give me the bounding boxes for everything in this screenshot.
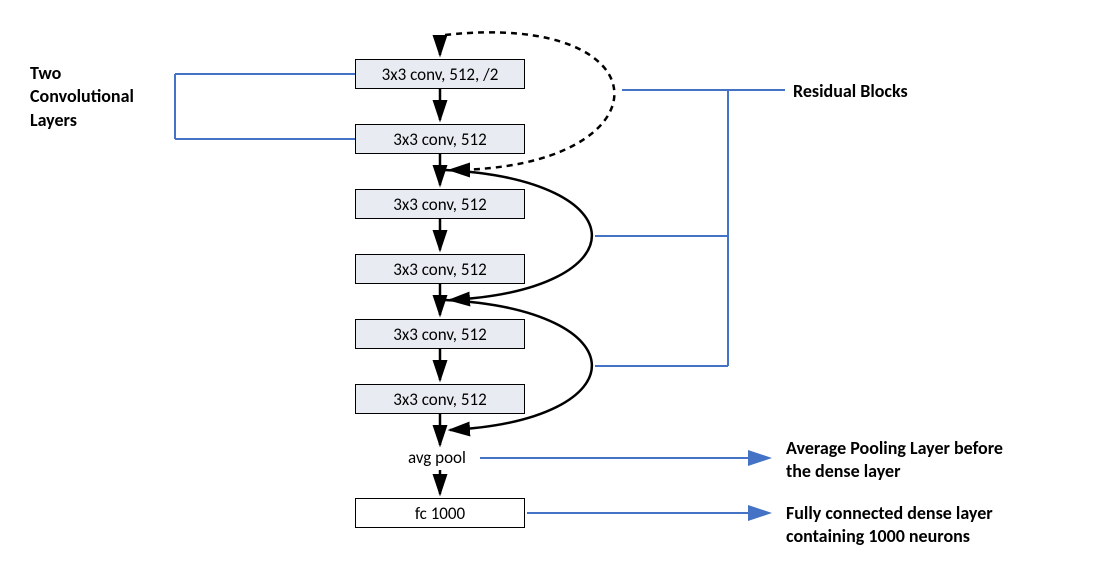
conv-box-3: 3x3 conv, 512 bbox=[355, 189, 525, 219]
conv-box-1-label: 3x3 conv, 512, /2 bbox=[382, 64, 499, 85]
conv-box-4: 3x3 conv, 512 bbox=[355, 254, 525, 284]
conv-box-6: 3x3 conv, 512 bbox=[355, 384, 525, 414]
conv-box-4-label: 3x3 conv, 512 bbox=[393, 259, 486, 280]
fc-box-label: fc 1000 bbox=[415, 503, 465, 524]
conv-box-2: 3x3 conv, 512 bbox=[355, 124, 525, 154]
connectors-layer bbox=[0, 0, 1093, 588]
conv-box-2-label: 3x3 conv, 512 bbox=[393, 129, 486, 150]
avgpool-text: avg pool bbox=[408, 447, 466, 468]
conv-box-1: 3x3 conv, 512, /2 bbox=[355, 59, 525, 89]
conv-box-3-label: 3x3 conv, 512 bbox=[393, 194, 486, 215]
conv-box-5-label: 3x3 conv, 512 bbox=[393, 324, 486, 345]
fc-box: fc 1000 bbox=[355, 498, 525, 528]
avgpool-label: Average Pooling Layer before the dense l… bbox=[786, 437, 1003, 484]
conv-box-5: 3x3 conv, 512 bbox=[355, 319, 525, 349]
left-label: Two Convolutional Layers bbox=[30, 62, 134, 132]
fc-label: Fully connected dense layer containing 1… bbox=[786, 502, 993, 549]
conv-box-6-label: 3x3 conv, 512 bbox=[393, 389, 486, 410]
residual-blocks-label: Residual Blocks bbox=[793, 80, 908, 103]
